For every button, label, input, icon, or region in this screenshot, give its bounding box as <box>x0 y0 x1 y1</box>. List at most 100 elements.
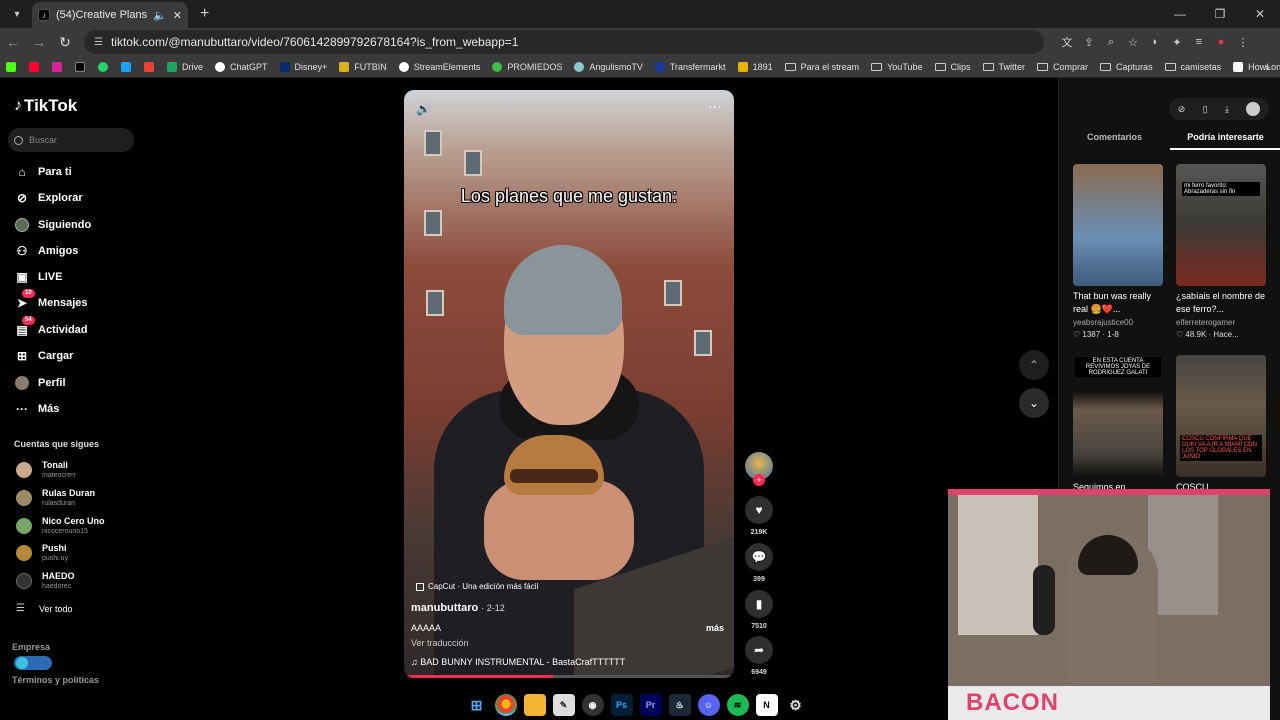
capcut-tag[interactable]: CapCut · Una edición más fácil <box>416 582 538 591</box>
search-input[interactable]: Buscar <box>8 128 134 152</box>
forward-icon[interactable]: → <box>26 29 52 55</box>
tab-audio-icon[interactable]: 🔈 <box>153 9 167 22</box>
footer-company-link[interactable]: Empresa <box>12 642 50 652</box>
bookmark-2[interactable]: Disney+ <box>279 61 327 72</box>
new-tab-button[interactable]: + <box>200 5 209 23</box>
share-icon[interactable]: ➦ <box>745 636 773 664</box>
file-explorer-icon[interactable] <box>523 694 546 716</box>
nav-live[interactable]: ▣ LIVE <box>14 267 62 287</box>
site-info-icon[interactable]: ☰ <box>94 37 103 48</box>
bookmark-4[interactable]: StreamElements <box>398 61 480 72</box>
bookmark-icon[interactable]: ▮ <box>745 590 773 618</box>
tiktok-logo[interactable]: ♪ TikTok <box>14 96 77 116</box>
nav-siguiendo[interactable]: Siguiendo <box>14 215 91 235</box>
discord-icon[interactable]: ☺ <box>697 694 720 716</box>
nav-perfil[interactable]: Perfil <box>14 373 66 393</box>
nav-amigos[interactable]: ⚇ Amigos <box>14 241 79 261</box>
close-window-icon[interactable]: ✕ <box>1240 0 1280 28</box>
profile-avatar-icon[interactable]: ● <box>1210 30 1232 54</box>
following-account[interactable]: Rulas Duran rulasduran <box>16 486 95 510</box>
next-video-button[interactable]: ⌄ <box>1019 388 1049 418</box>
see-all-following-button[interactable]: ☰ Ver todo <box>16 603 73 614</box>
following-account[interactable]: Nico Cero Uno nicocerouno15 <box>16 514 105 538</box>
see-translation-link[interactable]: Ver traducción <box>411 638 469 648</box>
following-account[interactable]: Tonali mateocrerr <box>16 458 76 482</box>
following-account[interactable]: Pushi pushi.uy <box>16 541 68 565</box>
nav-actividad[interactable]: ▤ 54 Actividad <box>14 316 88 340</box>
zoom-icon[interactable]: ⌕ <box>1100 30 1122 54</box>
suggested-video-card[interactable]: mi ferro favorito: Abrazaderas sin fin ¿… <box>1176 164 1266 339</box>
obs-icon[interactable]: ◉ <box>581 694 604 716</box>
suggested-video-card[interactable]: That bun was really real 🍔❤️... yeabsraj… <box>1073 164 1163 339</box>
browser-menu-icon[interactable]: ⋮ <box>1232 30 1254 54</box>
bookmark-cloud[interactable] <box>121 61 136 72</box>
tab-comentarios[interactable]: Comentarios <box>1059 130 1170 150</box>
more-description-link[interactable]: más <box>706 623 724 633</box>
previous-video-button[interactable]: ⌃ <box>1019 350 1049 380</box>
notepad-icon[interactable]: ✎ <box>552 694 575 716</box>
video-music[interactable]: ♫ BAD BUNNY INSTRUMENTAL - BastaCrafTTTT… <box>411 657 625 667</box>
bookmark-folder-11[interactable]: Clips <box>934 62 971 72</box>
notion-icon[interactable]: N <box>755 694 778 716</box>
suggested-video-card[interactable]: EN ESTA CUENTA REVIVIMOS JOYAS DE RODRIG… <box>1073 355 1163 507</box>
photoshop-icon[interactable]: Ps <box>610 694 633 716</box>
suggested-video-card[interactable]: COSCU CONFIRMA QUE DUKI VA A IR A MIAMI … <box>1176 355 1266 507</box>
bookmark-kick[interactable] <box>6 61 21 72</box>
url-field[interactable]: ☰ tiktok.com/@manubuttaro/video/76061428… <box>84 30 1044 54</box>
bookmark-7[interactable]: Transfermarkt <box>654 61 726 72</box>
volume-icon[interactable]: 🔊 <box>416 102 431 116</box>
bookmark-x[interactable] <box>75 61 90 72</box>
browser-tab[interactable]: ♪ (54)Creative Plans I Enjoy: D 🔈 ✕ <box>32 2 188 28</box>
bookmark-6[interactable]: AngulismoTV <box>574 61 643 72</box>
bookmark-3[interactable]: FUTBIN <box>339 61 387 72</box>
bookmark-5[interactable]: PROMIEDOS <box>492 61 562 72</box>
bookmark-1[interactable]: ChatGPT <box>215 61 268 72</box>
nav-mensajes[interactable]: ➤ 10 Mensajes <box>14 289 88 313</box>
following-account[interactable]: HAEDO haedorec <box>16 569 75 593</box>
footer-terms-link[interactable]: Términos y políticas <box>12 675 99 685</box>
nav-para-ti[interactable]: ⌂ Para ti <box>14 162 71 182</box>
extensions-puzzle-icon[interactable]: ✦ <box>1166 30 1188 54</box>
bookmark-folder-9[interactable]: Para el stream <box>784 62 859 72</box>
bookmark-folder-12[interactable]: Twitter <box>982 62 1025 72</box>
bookmark-16[interactable]: HowLongToBeat <box>1233 61 1280 72</box>
download-icon[interactable]: ⤓ <box>1225 104 1229 115</box>
bookmark-8[interactable]: 1891 <box>737 61 773 72</box>
bookmarks-overflow-icon[interactable]: » <box>1265 62 1270 72</box>
maximize-icon[interactable]: ❐ <box>1200 0 1240 28</box>
settings-icon[interactable]: ⚙ <box>785 694 807 716</box>
follow-plus-icon[interactable]: + <box>753 474 765 486</box>
tab-close-icon[interactable]: ✕ <box>173 9 182 22</box>
bookmark-folder-15[interactable]: camisetas <box>1164 62 1221 72</box>
user-avatar[interactable] <box>1246 102 1261 116</box>
reload-icon[interactable]: ↻ <box>52 29 78 55</box>
back-icon[interactable]: ← <box>0 29 26 55</box>
floating-extension-icon[interactable] <box>14 656 52 670</box>
translate-icon[interactable]: 文 <box>1056 30 1078 54</box>
compass-icon[interactable]: ⊘ <box>1178 104 1186 115</box>
tab-podria-interesarte[interactable]: Podría interesarte <box>1170 130 1280 150</box>
bookmark-folder-13[interactable]: Comprar <box>1037 62 1088 72</box>
bookmark-youtube[interactable] <box>29 61 44 72</box>
bookmark-instagram[interactable] <box>52 61 67 72</box>
bookmark-star-icon[interactable]: ☆ <box>1122 30 1144 54</box>
windows-start-icon[interactable]: ⊞ <box>466 694 488 716</box>
bookmark-folder-10[interactable]: YouTube <box>871 62 923 72</box>
nav-cargar[interactable]: ⊞ Cargar <box>14 346 74 366</box>
bookmark-whatsapp[interactable] <box>98 61 113 72</box>
minimize-icon[interactable]: — <box>1160 0 1200 28</box>
video-player[interactable]: 🔊 ··· Los planes que me gustan: CapCut ·… <box>404 90 734 678</box>
steam-icon[interactable]: ♨ <box>668 694 691 716</box>
install-icon[interactable]: ⇪ <box>1078 30 1100 54</box>
bookmark-folder-14[interactable]: Capturas <box>1100 62 1153 72</box>
tab-search-icon[interactable]: ▾ <box>4 4 30 24</box>
phone-icon[interactable]: ▯ <box>1203 104 1208 115</box>
premiere-icon[interactable]: Pr <box>639 694 662 716</box>
extension-icon[interactable]: ◗ <box>1144 30 1166 54</box>
like-icon[interactable]: ♥ <box>745 496 773 524</box>
nav-explorar[interactable]: ⊘ Explorar <box>14 188 83 208</box>
chrome-icon[interactable] <box>494 694 517 716</box>
bookmark-gmail[interactable] <box>144 61 159 72</box>
video-author[interactable]: manubuttaro · 2-12 <box>411 602 505 614</box>
video-progress-bar[interactable] <box>404 675 734 678</box>
